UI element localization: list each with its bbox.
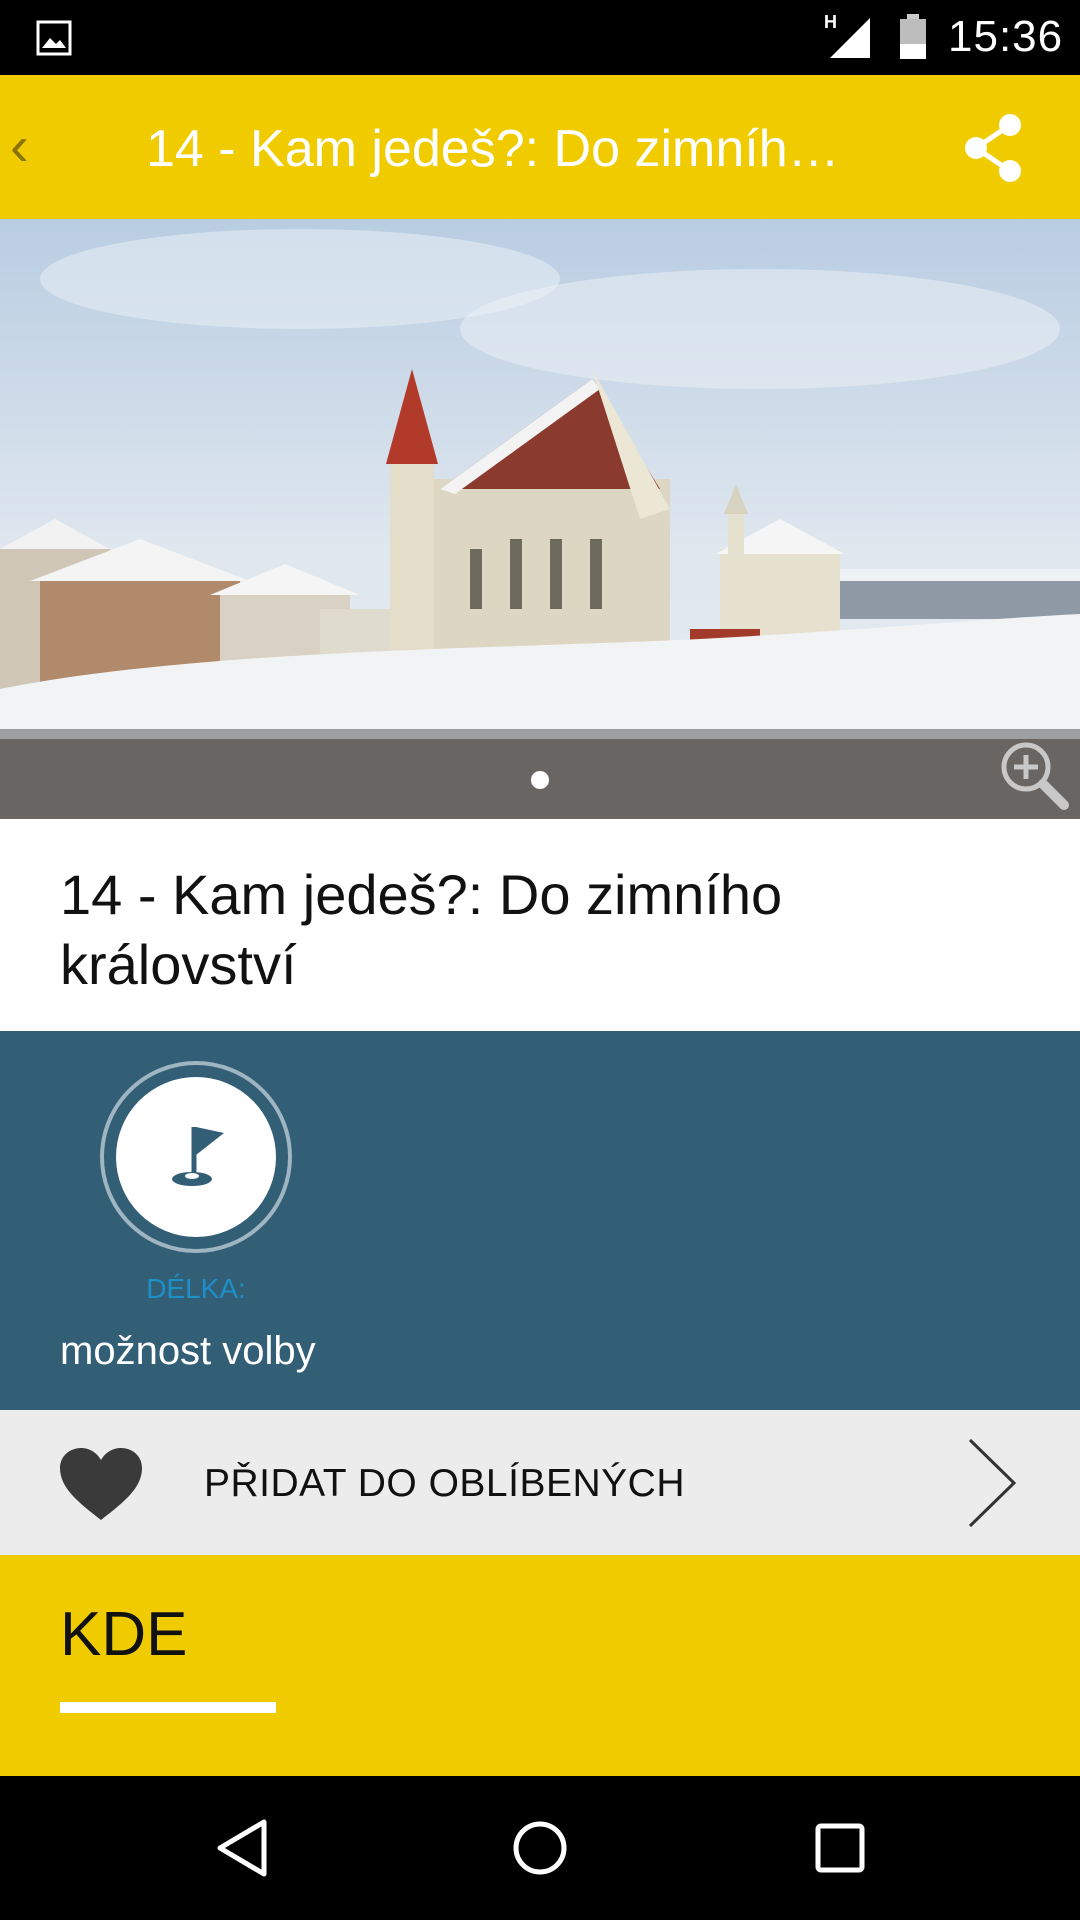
nav-home-icon[interactable]	[510, 1818, 570, 1878]
nav-recents-icon[interactable]	[810, 1818, 870, 1878]
add-to-favorites-label: PŘIDAT DO OBLÍBENÝCH	[204, 1462, 685, 1505]
length-badge	[100, 1061, 292, 1253]
battery-icon	[900, 14, 926, 59]
image-notification-icon	[36, 20, 72, 56]
chevron-right-icon	[968, 1438, 1017, 1528]
app-bar-title: 14 - Kam jedeš?: Do zimního…	[146, 120, 866, 178]
length-label: DÉLKA:	[146, 1273, 246, 1304]
page-title: 14 - Kam jedeš?: Do zimního království	[60, 863, 783, 996]
system-nav-bar	[0, 1776, 1080, 1920]
status-bar: H 15:36	[0, 0, 1080, 75]
info-panel: DÉLKA: možnost volby	[0, 1031, 1080, 1410]
share-icon[interactable]	[962, 113, 1026, 183]
location-heading: KDE	[60, 1600, 188, 1669]
top-app-bar: ‹ 14 - Kam jedeš?: Do zimního…	[0, 75, 1080, 219]
nav-back-icon[interactable]	[212, 1818, 272, 1878]
back-chevron-icon: ‹	[10, 114, 29, 177]
heart-icon	[60, 1448, 142, 1520]
page-indicator-dot	[531, 771, 549, 789]
heading-underline	[60, 1702, 276, 1713]
back-button[interactable]: ‹	[10, 111, 50, 181]
signal-icon	[830, 18, 870, 58]
zoom-in-icon[interactable]	[996, 737, 1072, 813]
golf-flag-icon	[172, 1127, 224, 1186]
add-to-favorites-row[interactable]: PŘIDAT DO OBLÍBENÝCH	[0, 1410, 1080, 1555]
location-section: KDE	[0, 1555, 1080, 1776]
clock: 15:36	[948, 12, 1064, 61]
badge-circle	[116, 1077, 276, 1237]
length-value: možnost volby	[60, 1329, 316, 1373]
image-gallery[interactable]	[0, 219, 1080, 819]
